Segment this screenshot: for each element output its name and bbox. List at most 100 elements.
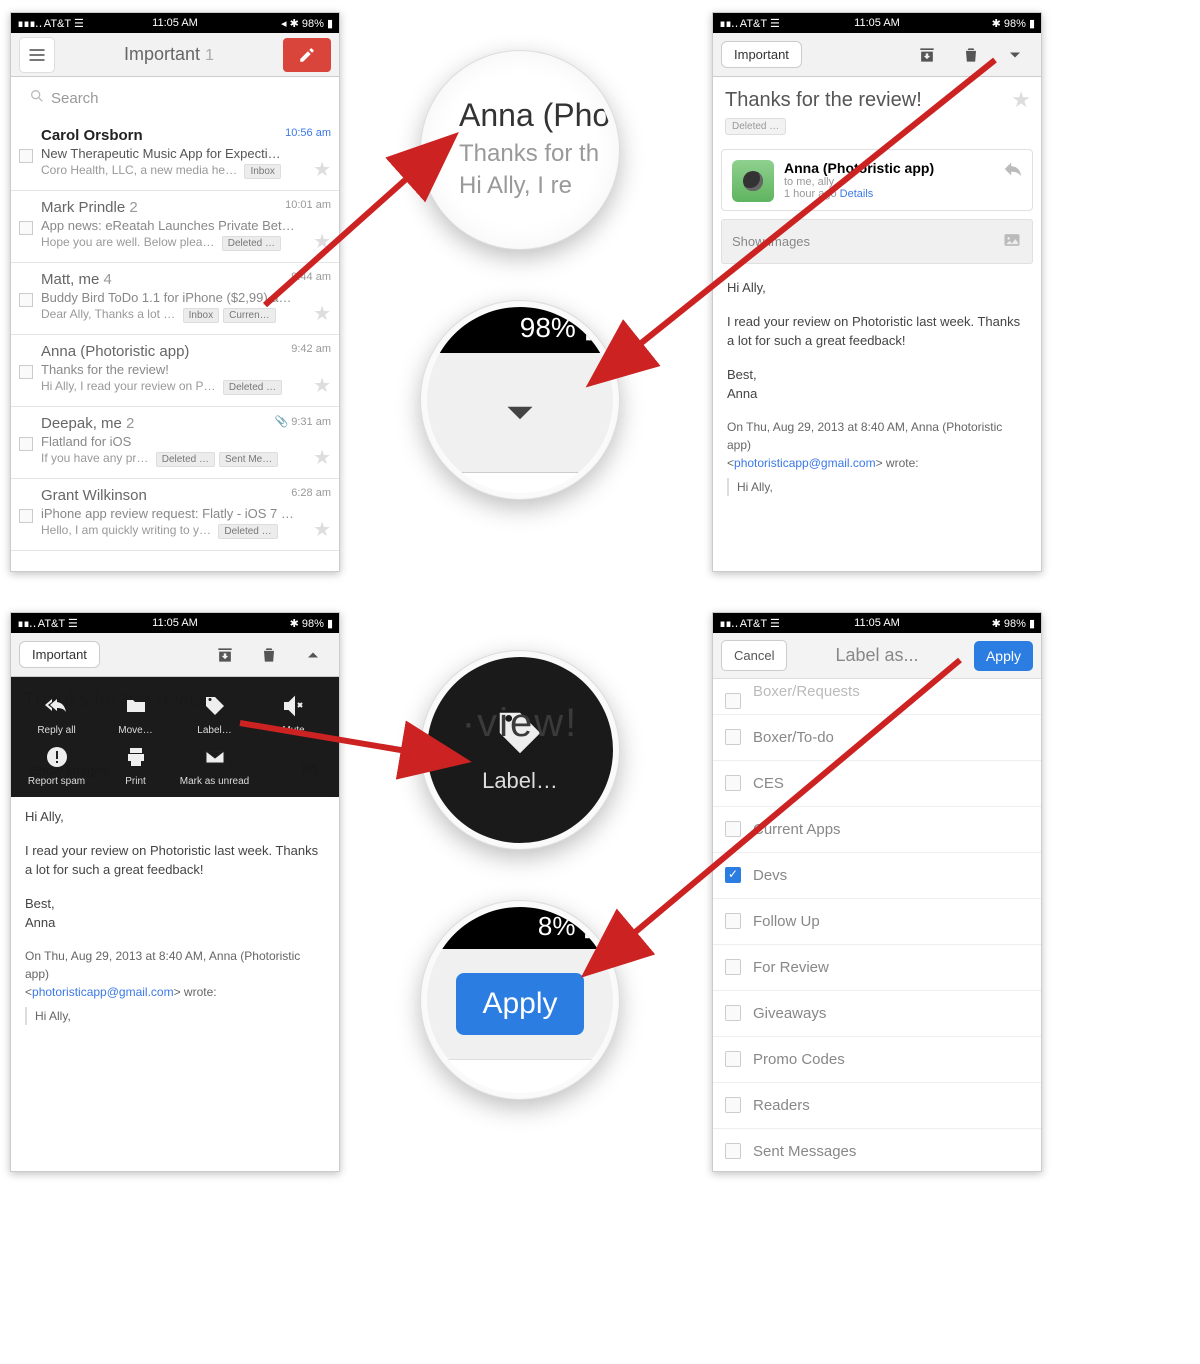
row-time: 10:01 am: [285, 199, 331, 211]
back-button[interactable]: Important: [721, 41, 802, 68]
star-icon[interactable]: ★: [313, 445, 331, 470]
label-name: Devs: [753, 867, 787, 884]
row-tag: Deleted …: [223, 380, 282, 395]
row-tag: Deleted …: [222, 236, 281, 251]
inbox-row[interactable]: 10:01 amMark Prindle 2App news: eReatah …: [11, 191, 339, 263]
mute-icon: [254, 691, 333, 721]
row-checkbox[interactable]: [19, 293, 33, 307]
row-time: 6:28 am: [291, 487, 331, 499]
row-checkbox[interactable]: [19, 509, 33, 523]
action-mute[interactable]: Mute: [254, 691, 333, 736]
row-checkbox[interactable]: [19, 221, 33, 235]
action-report-spam[interactable]: Report spam: [17, 742, 96, 787]
label-checkbox[interactable]: [725, 913, 741, 929]
label-checkbox[interactable]: [725, 959, 741, 975]
inbox-row[interactable]: 10:56 amCarol OrsbornNew Therapeutic Mus…: [11, 119, 339, 191]
magnifier-inbox-item: Anna (Pho Thanks for th Hi Ally, I re: [420, 50, 620, 250]
message-body: Hi Ally, I read your review on Photorist…: [713, 264, 1041, 510]
inbox-title: Important 1: [63, 44, 275, 65]
apply-button[interactable]: Apply: [974, 641, 1033, 671]
details-link[interactable]: Details: [840, 188, 874, 200]
cancel-button[interactable]: Cancel: [721, 640, 787, 671]
label-row[interactable]: Current Apps: [713, 807, 1041, 853]
more-dropdown-button[interactable]: [997, 37, 1033, 73]
label-row[interactable]: Follow Up: [713, 899, 1041, 945]
sender-card[interactable]: Anna (Photoristic app) to me, ally 1 hou…: [721, 149, 1033, 211]
menu-button[interactable]: [19, 37, 55, 73]
back-button[interactable]: Important: [19, 641, 100, 668]
compose-button[interactable]: [283, 38, 331, 72]
screen-inbox: ∎∎∎‥ AT&T ☰ 11:05 AM ◂ ✱ 98% ▮ Important…: [10, 12, 340, 572]
inbox-row[interactable]: 6:28 amGrant WilkinsoniPhone app review …: [11, 479, 339, 551]
trash-button[interactable]: [953, 37, 989, 73]
row-checkbox[interactable]: [19, 149, 33, 163]
label-row[interactable]: Sent Messages: [713, 1129, 1041, 1172]
label-checkbox[interactable]: [725, 693, 741, 709]
row-checkbox[interactable]: [19, 365, 33, 379]
label-checkbox[interactable]: [725, 775, 741, 791]
quoted-email-link[interactable]: photoristicapp@gmail.com: [32, 985, 174, 999]
label-row[interactable]: Devs: [713, 853, 1041, 899]
label-checkbox[interactable]: [725, 729, 741, 745]
screen-label-picker: ∎∎‥ AT&T ☰ 11:05 AM ✱ 98% ▮ Cancel Label…: [712, 612, 1042, 1172]
quoted-text: Hi Ally,: [727, 478, 1027, 496]
inbox-row[interactable]: 📎 9:31 amDeepak, me 2Flatland for iOSIf …: [11, 407, 339, 479]
row-from: Grant Wilkinson: [41, 487, 329, 504]
label-row[interactable]: Boxer/To-do: [713, 715, 1041, 761]
row-preview: Hi Ally, I read your review on P… Delete…: [41, 379, 329, 395]
row-time: 9:44 am: [291, 271, 331, 283]
label-name: Readers: [753, 1097, 810, 1114]
label-checkbox[interactable]: [725, 1051, 741, 1067]
inbox-row[interactable]: 9:42 amAnna (Photoristic app)Thanks for …: [11, 335, 339, 407]
label-row[interactable]: Boxer/Requests: [713, 679, 1041, 715]
star-icon[interactable]: ★: [313, 157, 331, 182]
action-print[interactable]: Print: [96, 742, 175, 787]
row-tag: Curren…: [223, 308, 276, 323]
label-row[interactable]: For Review: [713, 945, 1041, 991]
label-checkbox[interactable]: [725, 1097, 741, 1113]
star-icon[interactable]: ★: [313, 301, 331, 326]
action-label[interactable]: Label…: [175, 691, 254, 736]
archive-button[interactable]: [207, 637, 243, 673]
search-icon: [29, 88, 45, 108]
star-icon[interactable]: ★: [313, 373, 331, 398]
label-name: Sent Messages: [753, 1143, 856, 1160]
message-body: Hi Ally, I read your review on Photorist…: [11, 793, 339, 1039]
star-icon[interactable]: ★: [313, 229, 331, 254]
reply-all-icon: [17, 691, 96, 721]
carrier: ∎∎∎‥ AT&T ☰: [17, 17, 84, 30]
reply-icon[interactable]: [1002, 158, 1024, 185]
screen-actionsheet: ∎∎‥ AT&T ☰ 11:05 AM ✱ 98% ▮ Important Th…: [10, 612, 340, 1172]
action-mark-unread[interactable]: Mark as unread: [175, 742, 254, 787]
search-bar[interactable]: Search: [11, 77, 339, 119]
show-images-bar[interactable]: Show images: [721, 219, 1033, 264]
label-row[interactable]: CES: [713, 761, 1041, 807]
row-preview: Hope you are well. Below plea… Deleted …: [41, 235, 329, 251]
row-subject: App news: eReatah Launches Private Bet…: [41, 218, 329, 233]
label-checkbox[interactable]: [725, 867, 741, 883]
star-icon[interactable]: ★: [1011, 87, 1031, 113]
trash-button[interactable]: [251, 637, 287, 673]
row-tag: Inbox: [183, 308, 219, 323]
label-row[interactable]: Readers: [713, 1083, 1041, 1129]
label-checkbox[interactable]: [725, 1005, 741, 1021]
label-name: Promo Codes: [753, 1051, 845, 1068]
inbox-list: 10:56 amCarol OrsbornNew Therapeutic Mus…: [11, 119, 339, 551]
quoted-email-link[interactable]: photoristicapp@gmail.com: [734, 456, 876, 470]
star-icon[interactable]: ★: [313, 517, 331, 542]
label-row[interactable]: Giveaways: [713, 991, 1041, 1037]
row-tag: Inbox: [244, 164, 280, 179]
status-bar: ∎∎‥ AT&T ☰ 11:05 AM ✱ 98% ▮: [713, 613, 1041, 633]
label-row[interactable]: Promo Codes: [713, 1037, 1041, 1083]
action-reply-all[interactable]: Reply all: [17, 691, 96, 736]
magnifier-dropdown: 98% ▮: [420, 300, 620, 500]
archive-button[interactable]: [909, 37, 945, 73]
action-move[interactable]: Move…: [96, 691, 175, 736]
inbox-row[interactable]: 9:44 amMatt, me 4Buddy Bird ToDo 1.1 for…: [11, 263, 339, 335]
label-checkbox[interactable]: [725, 1143, 741, 1159]
message-toolbar: Important: [713, 33, 1041, 77]
label-list: Boxer/RequestsBoxer/To-doCESCurrent Apps…: [713, 679, 1041, 1172]
more-dropdown-open-button[interactable]: [295, 637, 331, 673]
label-checkbox[interactable]: [725, 821, 741, 837]
row-checkbox[interactable]: [19, 437, 33, 451]
